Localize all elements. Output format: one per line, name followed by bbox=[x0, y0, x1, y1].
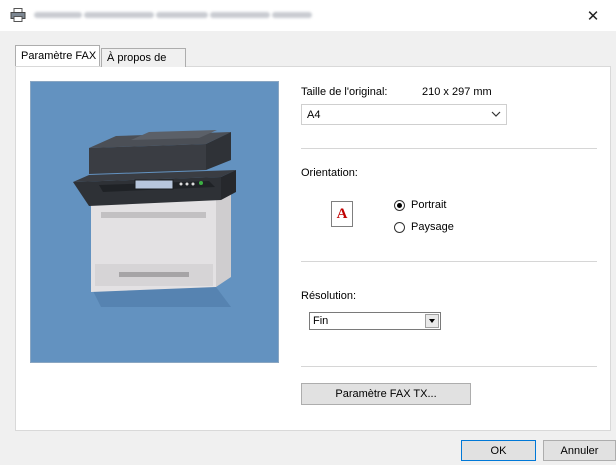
orientation-label: Orientation: bbox=[301, 167, 358, 179]
divider bbox=[301, 148, 597, 149]
original-size-value: 210 x 297 mm bbox=[422, 86, 492, 98]
portrait-radio[interactable]: Portrait bbox=[394, 199, 446, 211]
landscape-radio[interactable]: Paysage bbox=[394, 221, 454, 233]
tab-fax-settings[interactable]: Paramètre FAX bbox=[15, 45, 100, 66]
original-size-selected: A4 bbox=[307, 109, 321, 121]
fax-tx-settings-button[interactable]: Paramètre FAX TX... bbox=[301, 383, 471, 405]
cancel-button[interactable]: Annuler bbox=[543, 440, 616, 461]
printer-icon bbox=[10, 8, 26, 22]
orientation-preview-icon: A bbox=[331, 201, 353, 227]
printer-preview bbox=[30, 81, 279, 363]
divider bbox=[301, 261, 597, 262]
portrait-label: Portrait bbox=[411, 199, 447, 211]
close-button[interactable]: ✕ bbox=[570, 0, 616, 31]
tab-about[interactable]: À propos de bbox=[101, 48, 186, 67]
title-bar: ✕ bbox=[0, 0, 616, 31]
resolution-label: Résolution: bbox=[301, 290, 357, 302]
resolution-select[interactable]: Fin bbox=[309, 312, 441, 330]
dropdown-arrow-icon bbox=[425, 314, 439, 328]
resolution-selected: Fin bbox=[313, 315, 329, 327]
original-size-label: Taille de l'original: bbox=[301, 86, 388, 98]
ok-button[interactable]: OK bbox=[461, 440, 536, 461]
radio-unchecked-icon bbox=[394, 221, 405, 233]
original-size-dropdown[interactable]: A4 bbox=[301, 104, 507, 125]
divider bbox=[301, 366, 597, 367]
window-title-redacted bbox=[34, 11, 314, 19]
close-icon: ✕ bbox=[586, 7, 600, 25]
landscape-label: Paysage bbox=[411, 221, 454, 233]
printer-illustration bbox=[73, 130, 236, 307]
radio-checked-icon bbox=[394, 199, 405, 211]
fax-settings-dialog: ✕ Paramètre FAX À propos de Taille de l'… bbox=[0, 0, 616, 465]
chevron-down-icon bbox=[491, 107, 501, 121]
